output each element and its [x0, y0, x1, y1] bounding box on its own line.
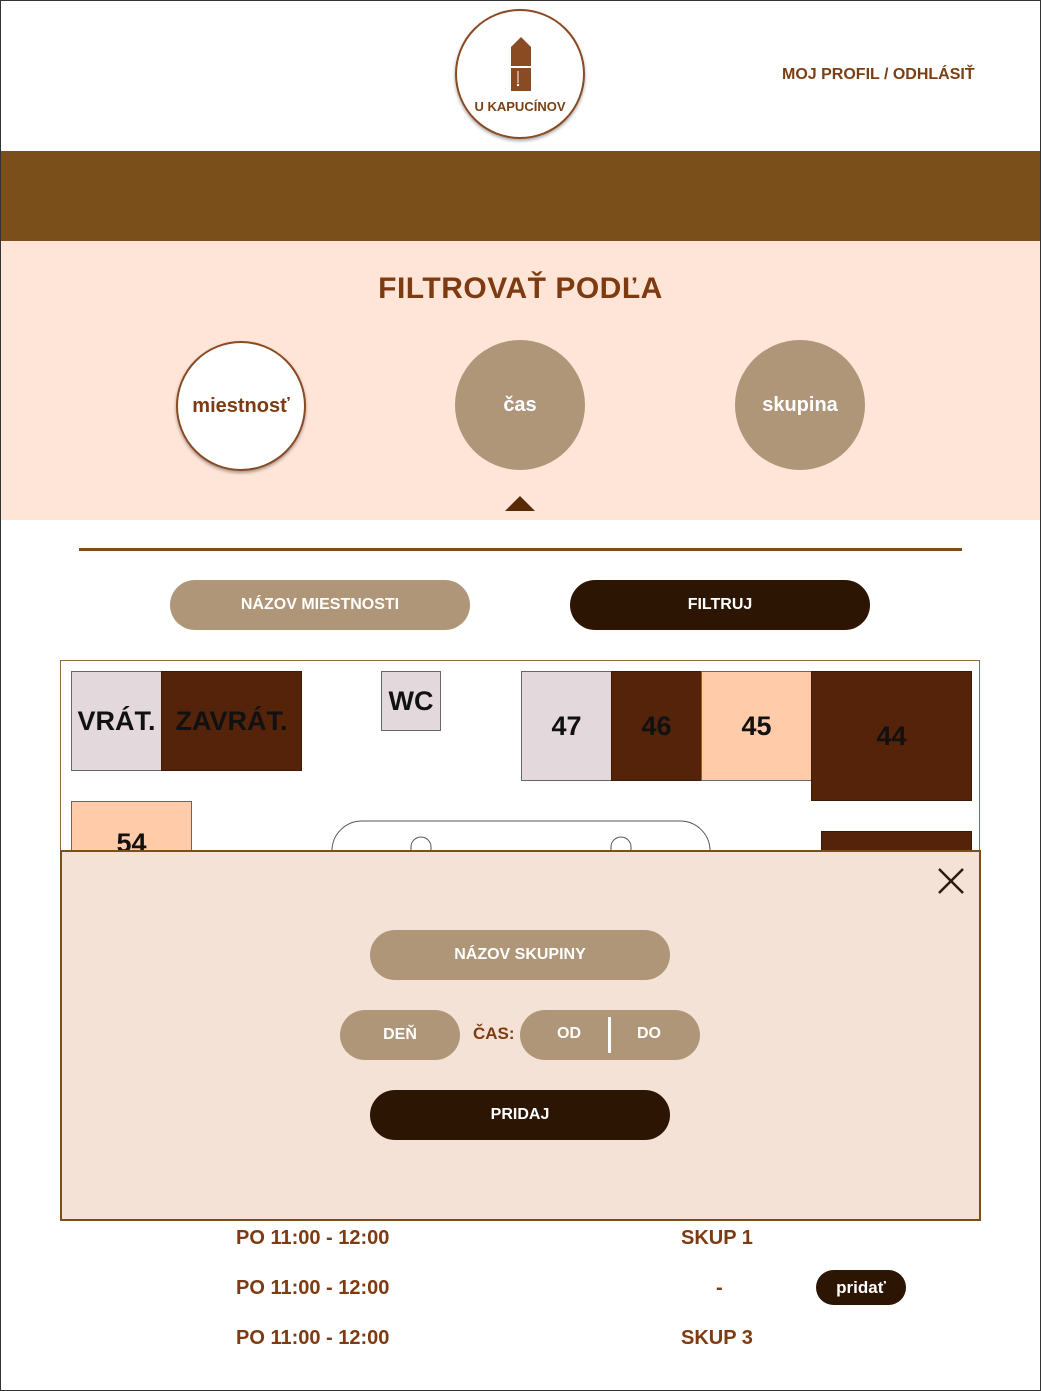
filter-option-room[interactable]: miestnosť	[176, 341, 306, 471]
room-vrat[interactable]: VRÁT.	[71, 671, 162, 771]
schedule-group: SKUP 3	[681, 1327, 753, 1349]
schedule-group: -	[716, 1277, 723, 1299]
divider	[79, 548, 962, 551]
building-icon	[511, 37, 531, 91]
time-range-field: OD DO	[520, 1010, 700, 1060]
profile-logout-link[interactable]: MOJ PROFIL / ODHLÁSIŤ	[782, 66, 975, 84]
room-47[interactable]: 47	[521, 671, 612, 781]
logo-text: U KAPUCÍNOV	[474, 99, 566, 114]
room-zavrat[interactable]: ZAVRÁT.	[161, 671, 302, 771]
filter-title: FILTROVAŤ PODĽA	[378, 272, 663, 305]
room-name-field[interactable]: NÁZOV MIESTNOSTI	[170, 580, 470, 630]
collapse-arrow-icon[interactable]	[505, 496, 535, 511]
filter-button[interactable]: FILTRUJ	[570, 580, 870, 630]
schedule-group: SKUP 1	[681, 1227, 753, 1249]
filter-option-time[interactable]: čas	[455, 340, 585, 470]
filter-option-group[interactable]: skupina	[735, 340, 865, 470]
day-select[interactable]: DEŇ	[340, 1010, 460, 1060]
nav-bar	[1, 151, 1040, 241]
add-button[interactable]: PRIDAJ	[370, 1090, 670, 1140]
room-46[interactable]: 46	[611, 671, 702, 781]
group-name-field[interactable]: NÁZOV SKUPINY	[370, 930, 670, 980]
time-label: ČAS:	[473, 1024, 515, 1043]
room-wc[interactable]: WC	[381, 671, 441, 731]
logo[interactable]: U KAPUCÍNOV	[455, 9, 585, 139]
room-44[interactable]: 44	[811, 671, 972, 801]
schedule-time: PO 11:00 - 12:00	[236, 1277, 390, 1299]
time-to-field[interactable]: DO	[637, 1025, 661, 1043]
time-separator	[608, 1017, 611, 1053]
room-45[interactable]: 45	[701, 671, 812, 781]
close-icon[interactable]	[936, 866, 966, 896]
time-from-field[interactable]: OD	[557, 1025, 581, 1043]
schedule-time: PO 11:00 - 12:00	[236, 1227, 390, 1249]
schedule-time: PO 11:00 - 12:00	[236, 1327, 390, 1349]
add-group-button[interactable]: pridať	[816, 1270, 906, 1305]
